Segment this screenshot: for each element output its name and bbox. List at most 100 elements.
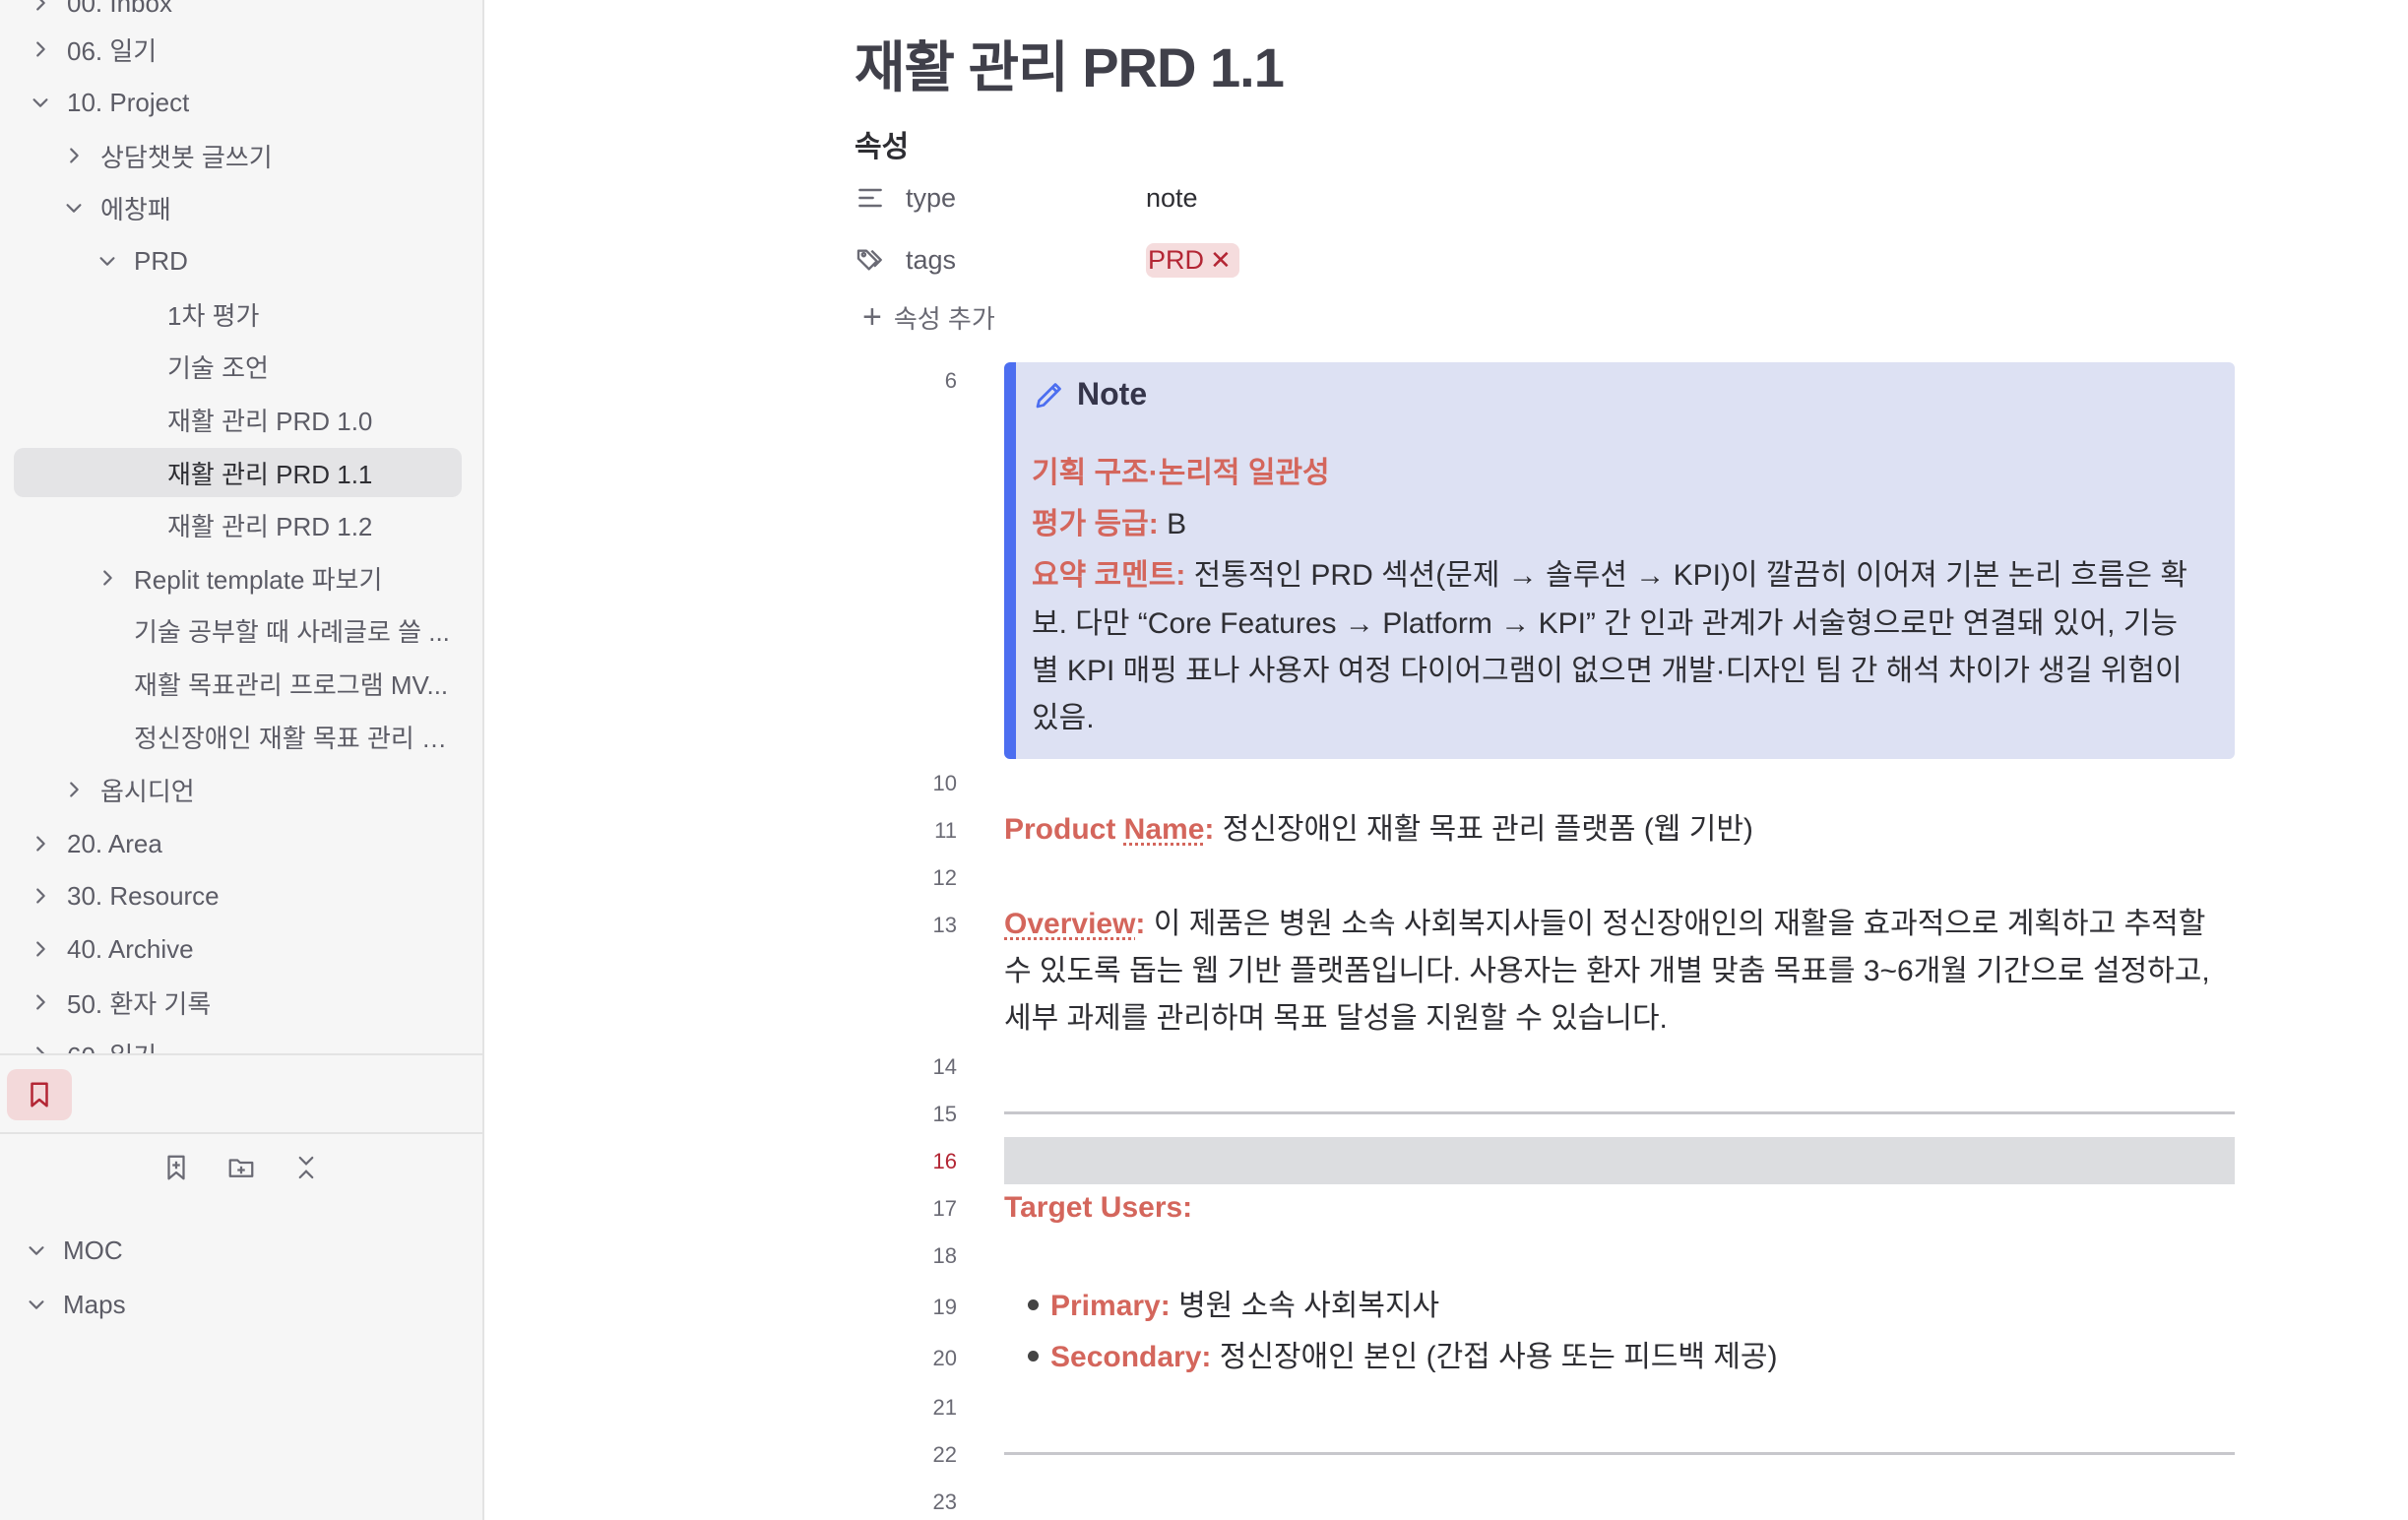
bullet-icon	[1028, 1350, 1039, 1362]
horizontal-rule	[1004, 1111, 2235, 1114]
tree-file[interactable]: 1차 평가	[14, 289, 462, 339]
chevron-right-icon[interactable]	[30, 1044, 51, 1053]
target-users-line: Target Users:	[1004, 1184, 2235, 1232]
line-number: 10	[932, 771, 957, 795]
tree-folder[interactable]: 옵시디언	[14, 765, 462, 814]
collapse-icon	[298, 1156, 314, 1179]
tree-folder[interactable]: 06. 일기	[14, 25, 462, 74]
tree-item-label: 1차 평가	[167, 300, 260, 331]
tree-item-label: 30. Resource	[67, 880, 220, 911]
tree-folder[interactable]: 10. Project	[14, 78, 462, 127]
tree-item-label: 20. Area	[67, 828, 162, 858]
target-users-label: Target Users:	[1004, 1191, 1193, 1224]
tree-file[interactable]: 재활 관리 PRD 1.1	[14, 448, 462, 497]
overview-line: Overview: 이 제품은 병원 소속 사회복지사들이 정신장애인의 재활을…	[1004, 901, 2235, 948]
line-number: 21	[932, 1395, 957, 1420]
chevron-down-icon[interactable]	[30, 92, 51, 113]
product-name-label-b: Name	[1123, 813, 1205, 846]
chevron-right-icon[interactable]	[30, 0, 51, 14]
callout-heading-text: 기획 구조·논리적 일관성	[1032, 457, 1330, 489]
chevron-down-icon[interactable]	[96, 250, 118, 272]
tree-file[interactable]: 기술 공부할 때 사례글로 쓸 ...	[14, 605, 462, 655]
properties-heading: 속성	[855, 131, 910, 163]
note-title[interactable]: 재활 관리 PRD 1.1	[855, 24, 1285, 103]
tree-file[interactable]: 정신장애인 재활 목표 관리 플...	[14, 712, 462, 761]
tree-file[interactable]: 재활 목표관리 프로그램 MV...	[14, 659, 462, 708]
active-line-highlight	[1004, 1137, 2235, 1184]
tree-folder[interactable]: 20. Area	[14, 819, 462, 868]
tree-item-label: 10. Project	[67, 87, 190, 117]
line-number-current: 16	[932, 1149, 957, 1173]
chevron-down-icon	[26, 1294, 47, 1315]
chevron-down-icon	[26, 1239, 47, 1261]
collapse-all-button[interactable]	[288, 1150, 324, 1185]
horizontal-rule	[1004, 1452, 2235, 1455]
line-number: 20	[932, 1346, 957, 1370]
secondary-value: 정신장애인 본인 (간접 사용 또는 피드백 제공)	[1211, 1341, 1778, 1373]
tree-folder[interactable]: 30. Resource	[14, 871, 462, 920]
file-explorer-sidebar: 00. Inbox 06. 일기 10. Project 상담챗봇 글쓰기 에창패 PRD…	[0, 0, 484, 1520]
chevron-right-icon[interactable]	[63, 145, 85, 166]
new-bookmark-group-button[interactable]	[223, 1150, 259, 1185]
chevron-right-icon[interactable]	[63, 779, 85, 800]
tags-icon	[855, 243, 888, 277]
tree-item-label: 50. 환자 기록	[67, 988, 212, 1019]
product-name-label-a: Product	[1004, 813, 1124, 846]
tree-folder[interactable]: PRD	[14, 236, 462, 285]
chevron-right-icon[interactable]	[30, 38, 51, 60]
tree-item-label: 기술 조언	[167, 352, 269, 383]
chevron-right-icon[interactable]	[30, 938, 51, 960]
tree-file[interactable]: 기술 조언	[14, 342, 462, 391]
tree-file[interactable]: 재활 관리 PRD 1.0	[14, 395, 462, 444]
add-bookmark-button[interactable]	[158, 1150, 194, 1185]
bookmarks-tab[interactable]	[7, 1069, 72, 1120]
line-number: 23	[932, 1489, 957, 1514]
bullet-icon	[1028, 1298, 1039, 1310]
overview-text: 이 제품은 병원 소속 사회복지사들이 정신장애인의 재활을 효과적으로 계획하…	[1145, 908, 2206, 940]
tree-item-label: 00. Inbox	[67, 0, 172, 18]
property-row-tags[interactable]: tags PRD ✕	[855, 237, 1642, 283]
property-key[interactable]: type	[906, 183, 1146, 214]
sidebar-tab-strip	[0, 1053, 482, 1134]
chevron-down-icon[interactable]	[63, 197, 85, 219]
overview-line: 세부 과제를 관리하며 목표 달성을 지원할 수 있습니다.	[1004, 1002, 1668, 1035]
add-property-label: 속성 추가	[893, 303, 995, 334]
chevron-right-icon[interactable]	[30, 833, 51, 855]
folder-plus-icon	[228, 1159, 254, 1177]
tag-pill[interactable]: PRD ✕	[1146, 242, 1239, 278]
tree-folder[interactable]: 상담챗봇 글쓰기	[14, 131, 462, 180]
callout-line: 기획 구조·논리적 일관성	[1032, 449, 2228, 497]
primary-label: Primary:	[1050, 1290, 1171, 1322]
tree-item-label: 재활 관리 PRD 1.0	[167, 406, 373, 436]
chevron-right-icon[interactable]	[96, 567, 118, 589]
tree-folder[interactable]: 50. 환자 기록	[14, 978, 462, 1027]
bookmark-group-moc[interactable]: MOC	[26, 1231, 123, 1270]
add-property-button[interactable]: + 속성 추가	[862, 295, 995, 339]
tree-folder[interactable]: 00. Inbox	[14, 0, 462, 28]
bookmark-icon	[31, 1082, 48, 1108]
list-item: Primary: 병원 소속 사회복지사	[1028, 1283, 1439, 1330]
bookmarks-toolbar	[0, 1150, 482, 1201]
tree-folder[interactable]: Replit template 파보기	[14, 553, 462, 602]
tree-folder[interactable]: 에창패	[14, 183, 462, 232]
chevron-right-icon[interactable]	[30, 885, 51, 907]
property-value[interactable]: note	[1146, 183, 1198, 214]
callout-line: 별 KPI 매핑 표나 사용자 여정 다이어그램이 없으면 개발·디자인 팀 간…	[1032, 655, 2183, 687]
tree-file[interactable]: 재활 관리 PRD 1.2	[14, 500, 462, 549]
note-editor[interactable]: 재활 관리 PRD 1.1 속성 type note tags PRD ✕ + …	[484, 0, 2408, 1520]
file-tree[interactable]: 00. Inbox 06. 일기 10. Project 상담챗봇 글쓰기 에창패 PRD…	[0, 0, 482, 1053]
note-callout[interactable]: Note 기획 구조·논리적 일관성 평가 등급: B 요약 코멘트: 전통적인…	[1004, 362, 2235, 759]
line-number: 17	[932, 1196, 957, 1221]
tree-folder[interactable]: 40. Archive	[14, 924, 462, 974]
overview-line: 수 있도록 돕는 웹 기반 플랫폼입니다. 사용자는 환자 개별 맞춤 목표를 …	[1004, 955, 2210, 987]
property-key[interactable]: tags	[906, 245, 1146, 276]
remove-tag-icon[interactable]: ✕	[1210, 245, 1232, 276]
line-number: 11	[934, 818, 957, 843]
text-lines-icon	[855, 181, 888, 215]
tree-folder[interactable]: 60. 일기	[14, 1030, 462, 1053]
bookmark-group-maps[interactable]: Maps	[26, 1285, 126, 1324]
overview-label-text: Overview	[1004, 908, 1136, 940]
product-name-label: Product Name:	[1004, 813, 1214, 846]
property-row-type[interactable]: type note	[855, 175, 1642, 221]
chevron-right-icon[interactable]	[30, 991, 51, 1013]
